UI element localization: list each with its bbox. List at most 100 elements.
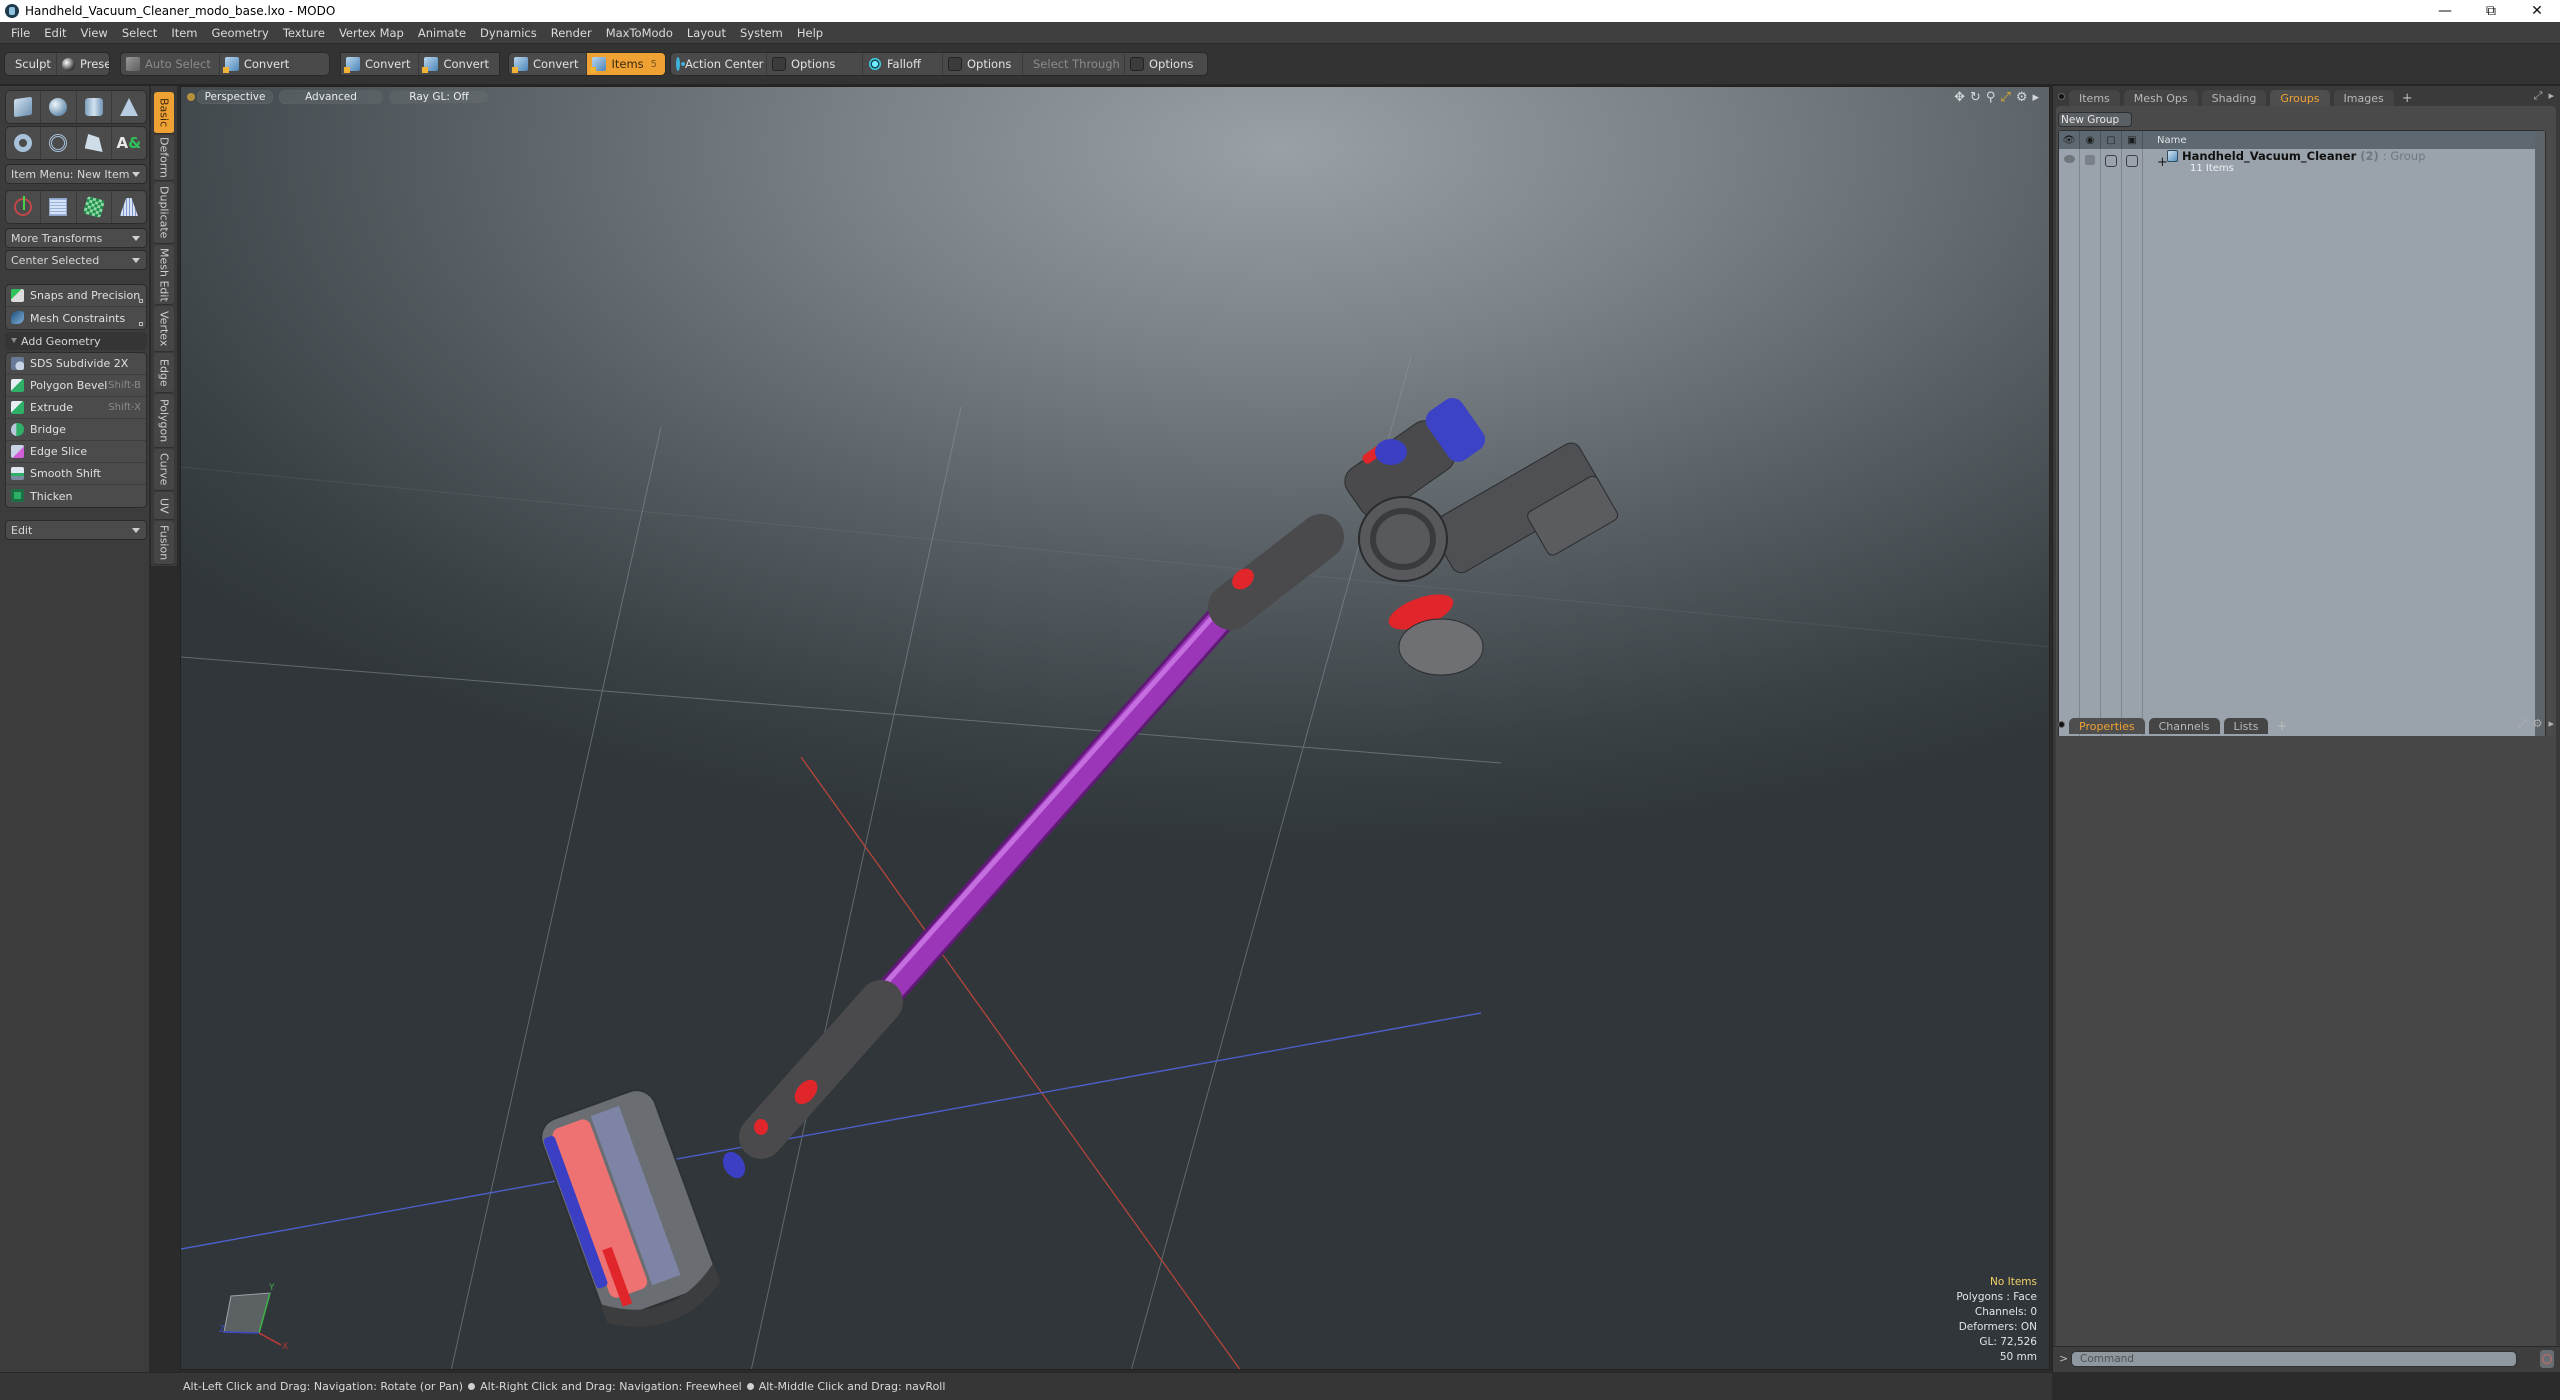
tab-polygon[interactable]: Polygon <box>154 394 174 448</box>
tab-uv[interactable]: UV <box>154 492 174 520</box>
cube-primitive-button[interactable] <box>6 91 42 123</box>
add-tab-icon[interactable]: + <box>2398 90 2417 106</box>
convert-polygons-button[interactable]: Convert <box>419 53 496 75</box>
tab-duplicate[interactable]: Duplicate <box>154 182 174 244</box>
tab-groups[interactable]: Groups <box>2270 90 2330 106</box>
more-transforms-dropdown[interactable]: More Transforms <box>5 228 147 248</box>
smooth-shift-button[interactable]: Smooth Shift <box>6 463 146 485</box>
sds-subdivide-button[interactable]: SDS Subdivide 2X <box>6 353 146 375</box>
extrude-button[interactable]: Extrude Shift-X <box>6 397 146 419</box>
move-view-icon[interactable]: ✥ <box>1954 90 1965 105</box>
render-column-icon[interactable]: ◉ <box>2080 131 2101 149</box>
tab-shading[interactable]: Shading <box>2201 90 2267 106</box>
mesh-constraints-button[interactable]: Mesh Constraints <box>6 307 146 329</box>
convert-materials-button[interactable]: Convert <box>509 53 588 75</box>
items-mode-button[interactable]: Items 5 <box>587 53 665 75</box>
menu-edit[interactable]: Edit <box>37 26 73 40</box>
tab-mesh-ops[interactable]: Mesh Ops <box>2123 90 2198 106</box>
menu-select[interactable]: Select <box>115 26 164 40</box>
ray-gl-toggle[interactable]: Ray GL: Off <box>389 90 489 104</box>
command-input[interactable]: Command <box>2071 1351 2517 1367</box>
tab-lists[interactable]: Lists <box>2223 718 2269 734</box>
thicken-button[interactable]: Thicken <box>6 485 146 507</box>
fit-view-icon[interactable]: ⤢ <box>2000 90 2010 105</box>
menu-render[interactable]: Render <box>544 26 599 40</box>
menu-animate[interactable]: Animate <box>411 26 473 40</box>
cylinder-primitive-button[interactable] <box>77 91 112 123</box>
group-row[interactable]: + Handheld_Vacuum_Cleaner (2) : Group 11… <box>2059 149 2545 175</box>
select-toggle[interactable] <box>2126 155 2138 167</box>
menu-texture[interactable]: Texture <box>276 26 332 40</box>
tab-curve[interactable]: Curve <box>154 449 174 491</box>
convert-vertices-button[interactable]: Convert <box>220 53 297 75</box>
settings-icon[interactable]: ⚙ <box>2016 90 2028 105</box>
plane-tool-button[interactable] <box>112 191 146 223</box>
menu-geometry[interactable]: Geometry <box>205 26 276 40</box>
tab-properties[interactable]: Properties <box>2069 718 2145 734</box>
tab-basic[interactable]: Basic <box>154 92 174 134</box>
lock-toggle[interactable] <box>2105 155 2117 167</box>
falloff-options-button[interactable]: Options <box>943 53 1023 75</box>
item-menu-dropdown[interactable]: Item Menu: New Item <box>5 164 147 184</box>
groups-scrollbar[interactable] <box>2535 131 2545 803</box>
grid-tool-button[interactable] <box>41 191 77 223</box>
sculpt-button[interactable]: Sculpt <box>5 53 57 75</box>
visibility-toggle[interactable] <box>2064 155 2075 163</box>
minimize-button[interactable]: — <box>2422 0 2468 22</box>
menu-help[interactable]: Help <box>790 26 830 40</box>
menu-file[interactable]: File <box>4 26 37 40</box>
torus-primitive-button[interactable] <box>6 127 42 159</box>
visibility-column-icon[interactable]: 👁 <box>2059 131 2080 149</box>
cone-primitive-button[interactable] <box>112 91 146 123</box>
rotate-view-icon[interactable]: ↻ <box>1970 90 1981 105</box>
viewport-menu-dot[interactable] <box>187 93 195 101</box>
menu-dynamics[interactable]: Dynamics <box>473 26 544 40</box>
text-tool-button[interactable]: A& <box>112 127 146 159</box>
falloff-button[interactable]: Falloff <box>863 53 943 75</box>
zoom-view-icon[interactable]: ⚲ <box>1986 90 1996 105</box>
add-geometry-section[interactable]: Add Geometry <box>5 332 147 350</box>
checker-tool-button[interactable] <box>77 191 112 223</box>
transform-tool-button[interactable] <box>6 191 42 223</box>
maximize-panel-icon[interactable]: ⤢ <box>2534 89 2543 103</box>
sphere-primitive-button[interactable] <box>41 91 77 123</box>
polygon-bevel-button[interactable]: Polygon Bevel Shift-B <box>6 375 146 397</box>
shading-mode-button[interactable]: Advanced <box>279 90 383 104</box>
lock-column-icon[interactable]: ▢ <box>2101 131 2122 149</box>
tab-vertex[interactable]: Vertex <box>154 306 174 352</box>
settings-icon[interactable]: ⚙ <box>2533 717 2543 731</box>
select-column-icon[interactable]: ▣ <box>2122 131 2143 149</box>
close-button[interactable]: ✕ <box>2514 0 2560 22</box>
record-macro-button[interactable] <box>2540 1350 2554 1368</box>
auto-select-button[interactable]: Auto Select <box>121 53 220 75</box>
menu-vertex-map[interactable]: Vertex Map <box>332 26 411 40</box>
panel-arrow-icon[interactable]: ▸ <box>2548 717 2554 731</box>
tab-items[interactable]: Items <box>2069 90 2120 106</box>
3d-viewport[interactable]: Y Z X Perspective Advanced Ray GL: Off ✥… <box>180 86 2050 1370</box>
panel-arrow-icon[interactable]: ▸ <box>2548 89 2554 103</box>
render-toggle[interactable] <box>2085 155 2095 165</box>
spiral-primitive-button[interactable] <box>41 127 77 159</box>
snaps-precision-button[interactable]: Snaps and Precision <box>6 285 146 307</box>
tab-deform[interactable]: Deform <box>154 135 174 181</box>
tab-channels[interactable]: Channels <box>2148 718 2220 734</box>
edge-slice-button[interactable]: Edge Slice <box>6 441 146 463</box>
menu-view[interactable]: View <box>74 26 115 40</box>
panel-menu-dot[interactable] <box>2058 93 2065 100</box>
center-selected-dropdown[interactable]: Center Selected <box>5 250 147 270</box>
new-group-button[interactable]: New Group <box>2058 112 2132 127</box>
tab-edge[interactable]: Edge <box>154 353 174 393</box>
menu-system[interactable]: System <box>733 26 790 40</box>
expand-arrow-icon[interactable]: ▸ <box>2032 90 2039 105</box>
bridge-button[interactable]: Bridge <box>6 419 146 441</box>
action-center-options-button[interactable]: Options <box>767 53 863 75</box>
convert-edges-button[interactable]: Convert <box>341 53 420 75</box>
menu-layout[interactable]: Layout <box>680 26 733 40</box>
select-through-options-button[interactable]: Options <box>1125 53 1207 75</box>
view-mode-button[interactable]: Perspective <box>197 90 273 104</box>
add-tab-icon[interactable]: + <box>2272 718 2291 734</box>
select-through-button[interactable]: Select Through <box>1023 53 1125 75</box>
panel-menu-dot[interactable] <box>2058 721 2065 728</box>
tab-mesh-edit[interactable]: Mesh Edit <box>154 245 174 305</box>
action-center-button[interactable]: Action Center <box>671 53 767 75</box>
